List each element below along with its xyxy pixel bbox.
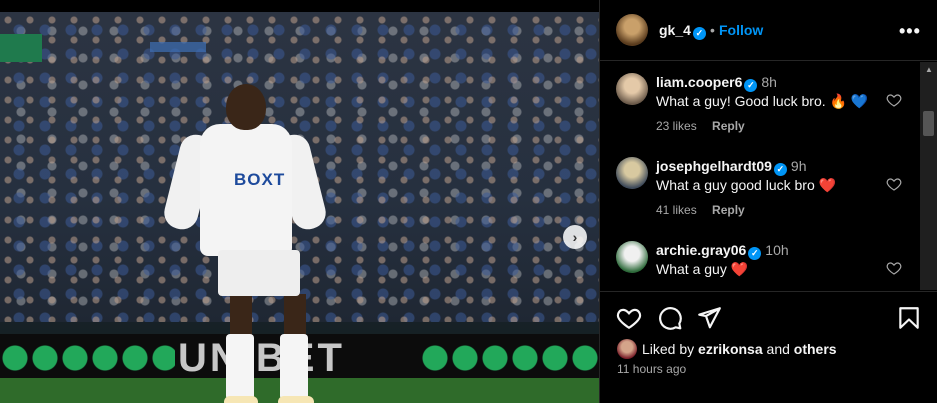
scroll-thumb[interactable]: [923, 111, 934, 136]
comment-time[interactable]: 9h: [791, 158, 807, 174]
author-username[interactable]: gk_4 ✓: [659, 22, 706, 40]
stadium-sign-secondary: [150, 42, 206, 52]
post-side-panel: gk_4 ✓ • Follow ••• liam.cooper6 ✓ 8h What …: [599, 0, 937, 403]
liked-by-others[interactable]: others: [794, 341, 837, 357]
board-graphic-left: [0, 344, 175, 372]
author-avatar[interactable]: [616, 14, 648, 46]
comment-username[interactable]: liam.cooper6 ✓ 8h: [656, 74, 777, 92]
verified-icon: ✓: [773, 163, 787, 176]
comment-likes[interactable]: 23 likes: [656, 119, 697, 133]
comment-username[interactable]: archie.gray06 ✓ 10h: [656, 242, 789, 260]
comment-meta: 41 likes Reply: [656, 203, 757, 217]
verified-icon: ✓: [744, 79, 758, 92]
comment-text: What a guy ❤️: [656, 261, 749, 277]
post-actions: Liked by ezrikonsa and others 11 hours a…: [600, 291, 937, 403]
comment-time[interactable]: 8h: [761, 74, 777, 90]
heart-icon[interactable]: [886, 92, 902, 108]
red-heart-emoji: ❤️: [730, 261, 749, 277]
comment-username[interactable]: josephgelhardt09 ✓ 9h: [656, 158, 807, 176]
chevron-right-icon: ›: [572, 229, 578, 245]
reply-button[interactable]: Reply: [712, 203, 745, 217]
comment-likes[interactable]: 41 likes: [656, 203, 697, 217]
comments-list[interactable]: liam.cooper6 ✓ 8h What a guy! Good luck br…: [600, 62, 920, 290]
fire-emoji: 🔥: [829, 93, 847, 109]
post-time-ago[interactable]: 11 hours ago: [617, 362, 686, 376]
verified-icon: ✓: [748, 247, 762, 260]
follow-button[interactable]: Follow: [719, 22, 763, 38]
shirt-sponsor: BOXT: [234, 170, 286, 189]
post-photo[interactable]: UNIBET BOXT ›: [0, 12, 599, 403]
post-header: gk_4 ✓ • Follow •••: [600, 0, 937, 61]
heart-icon[interactable]: [616, 305, 642, 331]
share-icon[interactable]: [696, 305, 722, 331]
stadium-sign: [0, 34, 42, 62]
liked-by-avatar[interactable]: [617, 339, 637, 359]
scroll-up-icon[interactable]: ▲: [925, 65, 933, 74]
comment-time[interactable]: 10h: [765, 242, 788, 258]
comment-text: What a guy good luck bro ❤️: [656, 177, 837, 193]
player-figure: BOXT: [160, 72, 330, 403]
comment-meta: 23 likes Reply: [656, 119, 757, 133]
comment-text: What a guy! Good luck bro. 🔥 💙: [656, 93, 869, 109]
heart-icon[interactable]: [886, 260, 902, 276]
blue-heart-emoji: 💙: [850, 93, 869, 109]
more-icon[interactable]: •••: [899, 21, 921, 42]
commenter-avatar[interactable]: [616, 157, 648, 189]
commenter-avatar[interactable]: [616, 73, 648, 105]
separator-dot: •: [710, 22, 715, 38]
comment-icon[interactable]: [657, 305, 683, 331]
reply-button[interactable]: Reply: [712, 119, 745, 133]
bookmark-icon[interactable]: [896, 305, 922, 331]
board-graphic-right: [420, 344, 599, 372]
red-heart-emoji: ❤️: [818, 177, 837, 193]
liked-by-user[interactable]: ezrikonsa: [698, 341, 763, 357]
heart-icon[interactable]: [886, 176, 902, 192]
comments-scrollbar[interactable]: ▲: [920, 62, 937, 290]
next-photo-button[interactable]: ›: [563, 225, 587, 249]
liked-by-text: Liked by ezrikonsa and others: [642, 341, 837, 357]
commenter-avatar[interactable]: [616, 241, 648, 273]
verified-icon: ✓: [692, 27, 706, 40]
